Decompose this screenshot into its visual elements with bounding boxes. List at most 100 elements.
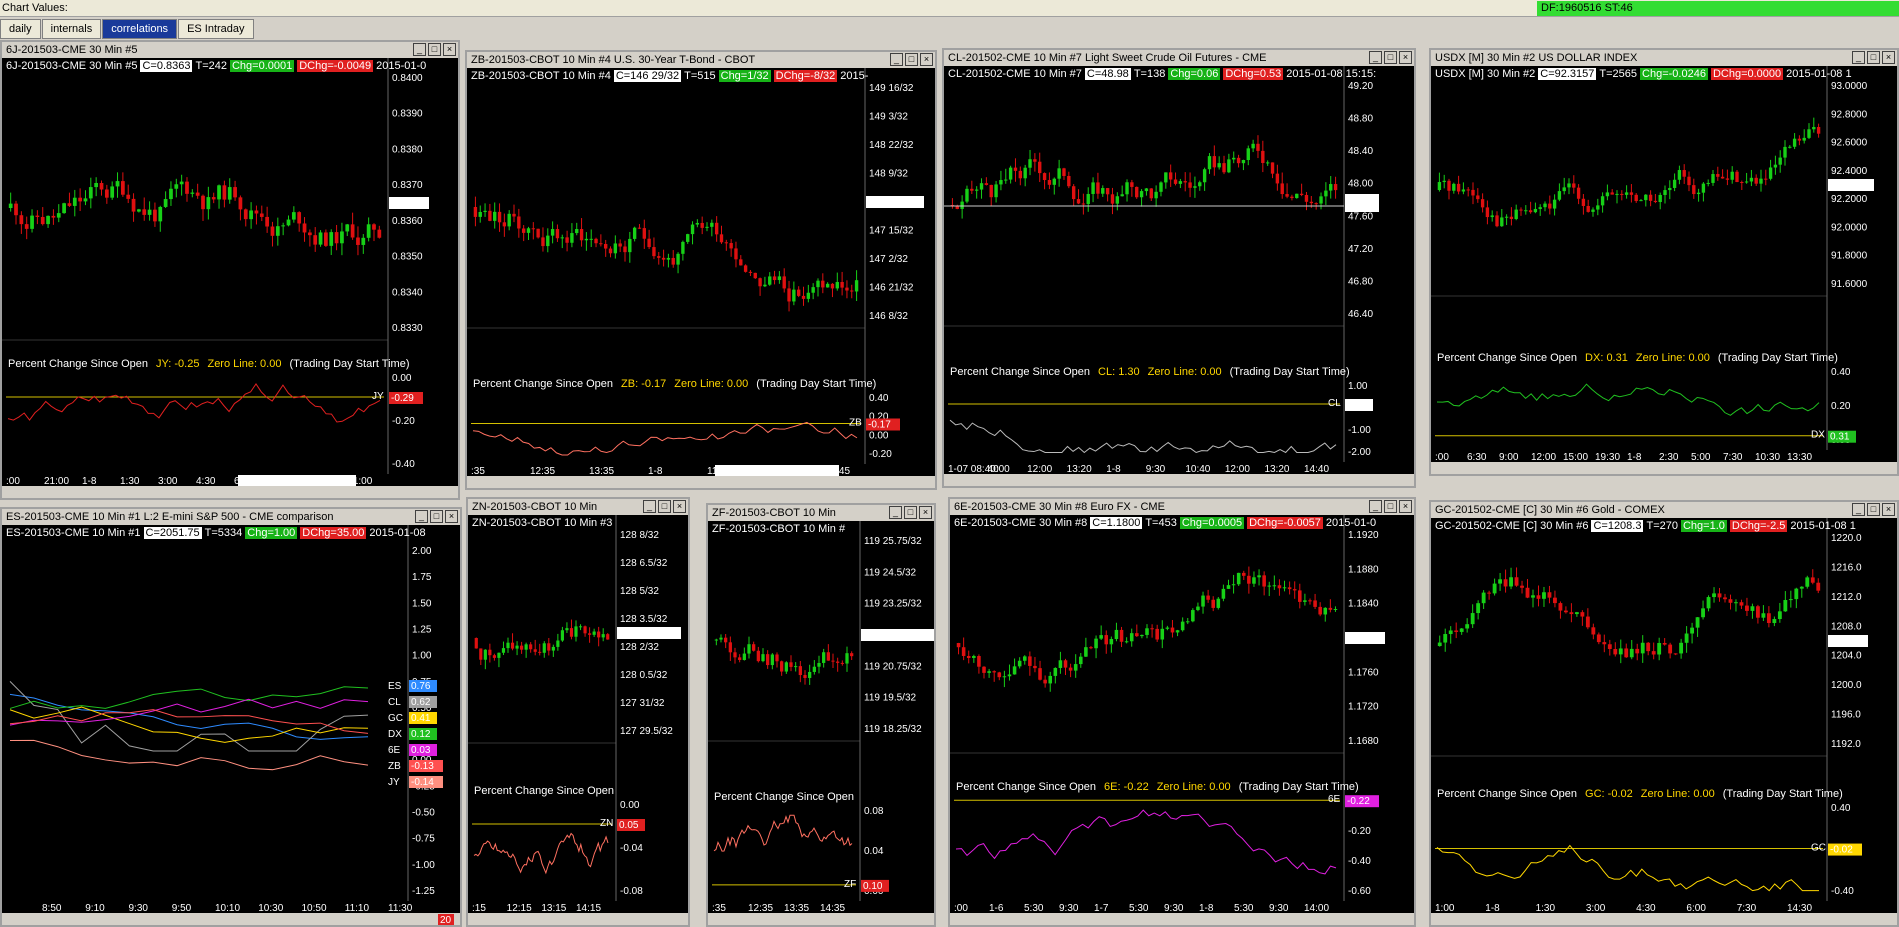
candle-body <box>308 232 312 236</box>
maximize-button[interactable]: □ <box>1384 500 1397 513</box>
chart-window-es[interactable]: 2.001.751.501.251.000.750.500.250.00-0.2… <box>0 507 462 927</box>
time-tick: 5:30 <box>1024 903 1044 914</box>
ohlc-date: 2015- <box>840 70 869 82</box>
chart-title: 6J-201503-CME 30 Min #5 <box>6 44 138 56</box>
minimize-button[interactable]: _ <box>413 43 426 56</box>
candle-body <box>1745 605 1749 611</box>
candle-body <box>137 209 141 212</box>
chart-canvas[interactable]: 2.001.751.501.251.000.750.500.250.00-0.2… <box>2 509 460 925</box>
chart-canvas[interactable]: 1.1920 1.1880 1.1840 1.1800 1.1760 1.1720 1.16… <box>950 499 1414 925</box>
horizontal-scrollbar[interactable] <box>468 913 688 925</box>
candle-body <box>1067 175 1071 187</box>
chart-titlebar[interactable]: USDX [M] 30 Min #2 US DOLLAR INDEX _ □ × <box>1431 50 1897 66</box>
candle-body <box>1792 138 1797 147</box>
chart-window-dx[interactable]: 93.0000 92.8000 92.6000 92.4000 92.2000 92.00… <box>1429 48 1899 476</box>
chart-window-6e[interactable]: 1.1920 1.1880 1.1840 1.1800 1.1760 1.1720 1.16… <box>948 497 1416 927</box>
minimize-button[interactable]: _ <box>1852 503 1865 516</box>
horizontal-scrollbar[interactable] <box>2 486 458 498</box>
close-button[interactable]: × <box>445 510 458 523</box>
horizontal-scrollbar[interactable] <box>2 913 460 925</box>
close-button[interactable]: × <box>1882 51 1895 64</box>
indicator-last-badge: -0.02 <box>1830 845 1853 856</box>
candle-body <box>1272 585 1277 587</box>
chart-canvas[interactable]: 149 16/32149 3/32148 22/32148 9/32147 28… <box>467 52 935 488</box>
chart-titlebar[interactable]: CL-201502-CME 10 Min #7 Light Sweet Crud… <box>944 50 1414 66</box>
chart-titlebar[interactable]: 6J-201503-CME 30 Min #5 _ □ × <box>2 42 458 58</box>
tab-correlations[interactable]: correlations <box>102 19 178 39</box>
horizontal-scrollbar[interactable] <box>467 476 935 488</box>
candle-body <box>714 222 719 235</box>
minimize-button[interactable]: _ <box>889 506 902 519</box>
ohlc-t: T=5334 <box>204 527 243 539</box>
chart-window-zb[interactable]: 149 16/32149 3/32148 22/32148 9/32147 28… <box>465 50 937 490</box>
maximize-button[interactable]: □ <box>905 53 918 66</box>
minimize-button[interactable]: _ <box>1369 500 1382 513</box>
chart-canvas[interactable]: 128 8/32 128 6.5/32 128 5/32 128 3.5/32 128 … <box>468 499 688 925</box>
horizontal-scrollbar[interactable] <box>1431 462 1897 474</box>
candle-body <box>104 189 109 198</box>
candle-body <box>265 216 269 227</box>
chart-titlebar[interactable]: ES-201503-CME 10 Min #1 L:2 E-mini S&P 5… <box>2 509 460 525</box>
minimize-button[interactable]: _ <box>890 53 903 66</box>
minimize-button[interactable]: _ <box>1369 51 1382 64</box>
chart-window-gc[interactable]: 1220.0 1216.0 1212.0 1208.0 1204.0 1200.0 1196… <box>1429 500 1899 927</box>
tab-internals[interactable]: internals <box>41 19 102 39</box>
chart-titlebar[interactable]: ZN-201503-CBOT 10 Min _ □ × <box>468 499 688 515</box>
close-button[interactable]: × <box>1882 503 1895 516</box>
horizontal-scrollbar[interactable] <box>944 474 1414 486</box>
horizontal-scrollbar[interactable] <box>1431 913 1897 925</box>
candle-body <box>1277 585 1282 589</box>
close-button[interactable]: × <box>919 506 932 519</box>
candle-body <box>1706 597 1711 609</box>
close-button[interactable]: × <box>673 500 686 513</box>
chart-titlebar[interactable]: GC-201502-CME [C] 30 Min #6 Gold - COMEX… <box>1431 502 1897 518</box>
chart-titlebar[interactable]: 6E-201503-CME 30 Min #8 Euro FX - CME _ □ × <box>950 499 1414 515</box>
close-button[interactable]: × <box>1399 500 1412 513</box>
candle-body <box>1042 173 1047 181</box>
maximize-button[interactable]: □ <box>1867 51 1880 64</box>
candle-body <box>1605 192 1610 197</box>
candle-body <box>270 226 275 236</box>
chart-window-cl[interactable]: 49.20 48.80 48.40 48.00 47.60 47.20 46.80 46.40… <box>942 48 1416 488</box>
chart-canvas[interactable]: 0.8400 0.8390 0.8380 0.8370 0.8360 0.8350 0.83… <box>2 42 458 498</box>
chart-window-jy[interactable]: 0.8400 0.8390 0.8380 0.8370 0.8360 0.8350 0.83… <box>0 40 460 500</box>
candle-body <box>254 210 259 214</box>
candle-body <box>1442 180 1446 183</box>
price-tick: 149 16/32 <box>869 83 914 94</box>
candle-body <box>147 209 152 215</box>
chart-window-zn[interactable]: 128 8/32 128 6.5/32 128 5/32 128 3.5/32 128 … <box>466 497 690 927</box>
ohlc-readout: ZB-201503-CBOT 10 Min #4 C=146 29/32 T=515… <box>471 70 871 82</box>
candle-body <box>714 639 718 641</box>
candle-body <box>1504 216 1509 218</box>
tab-daily[interactable]: daily <box>0 19 41 39</box>
maximize-button[interactable]: □ <box>428 43 441 56</box>
time-tick: 11:30 <box>388 903 413 914</box>
maximize-button[interactable]: □ <box>904 506 917 519</box>
close-button[interactable]: × <box>920 53 933 66</box>
maximize-button[interactable]: □ <box>430 510 443 523</box>
horizontal-scrollbar[interactable] <box>708 913 934 925</box>
tab-es-intraday[interactable]: ES Intraday <box>178 19 254 39</box>
minimize-button[interactable]: _ <box>643 500 656 513</box>
close-button[interactable]: × <box>443 43 456 56</box>
maximize-button[interactable]: □ <box>658 500 671 513</box>
horizontal-scrollbar[interactable] <box>950 913 1414 925</box>
candle-body <box>1109 639 1114 645</box>
chart-canvas[interactable]: 93.0000 92.8000 92.6000 92.4000 92.2000 92.00… <box>1431 50 1897 474</box>
chart-canvas[interactable]: 119 25.75/32 119 24.5/32 119 23.25/32 119 2… <box>708 505 934 925</box>
candle-body <box>1481 592 1486 604</box>
chart-titlebar[interactable]: ZB-201503-CBOT 10 Min #4 U.S. 30-Year T-… <box>467 52 935 68</box>
minimize-button[interactable]: _ <box>1852 51 1865 64</box>
price-tick: 147 15/32 <box>869 226 914 237</box>
candle-body <box>1154 191 1158 199</box>
chart-canvas[interactable]: 1220.0 1216.0 1212.0 1208.0 1204.0 1200.0 1196… <box>1431 502 1897 925</box>
chart-window-zf[interactable]: 119 25.75/32 119 24.5/32 119 23.25/32 119 2… <box>706 503 936 927</box>
candle-body <box>1480 199 1485 208</box>
minimize-button[interactable]: _ <box>415 510 428 523</box>
chart-titlebar[interactable]: ZF-201503-CBOT 10 Min _ □ × <box>708 505 934 521</box>
maximize-button[interactable]: □ <box>1867 503 1880 516</box>
chart-canvas[interactable]: 49.20 48.80 48.40 48.00 47.60 47.20 46.80 46.40… <box>944 50 1414 486</box>
price-tick: 119 20.75/32 <box>864 661 922 672</box>
close-button[interactable]: × <box>1399 51 1412 64</box>
maximize-button[interactable]: □ <box>1384 51 1397 64</box>
